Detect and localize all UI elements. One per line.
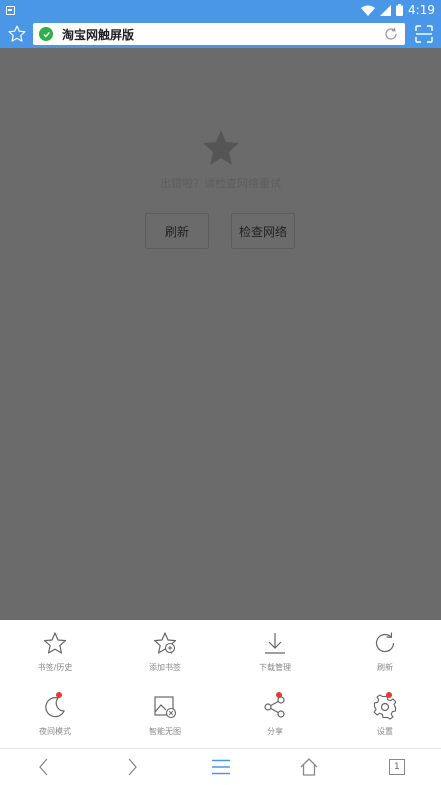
signal-icon [380,4,392,16]
bookmark-star-button[interactable] [6,23,28,45]
menu-item-bookmarks-history[interactable]: 书签/历史 [0,620,110,682]
menu-item-night-mode[interactable]: 夜间模式 [0,684,110,746]
moon-icon [45,697,65,718]
page-content: 出错啦？请检查网络重试 刷新 检查网络 [0,48,441,620]
gear-icon [373,694,397,720]
home-icon [300,758,318,776]
menu-button[interactable] [176,749,264,785]
tab-count: 1 [388,759,405,775]
bottom-navigation: 1 [0,748,441,785]
menu-item-label: 书签/历史 [37,663,73,672]
secure-shield-icon [39,27,53,41]
share-icon [264,696,285,718]
status-time: 4:19 [408,3,435,17]
star-outline-icon [8,25,26,42]
back-button[interactable] [0,749,88,785]
menu-item-label: 分享 [267,727,283,736]
refresh-icon [375,632,395,653]
error-message: 出错啦？请检查网络重试 [160,177,281,190]
menu-item-label: 夜间模式 [39,727,71,736]
address-bar[interactable]: 淘宝网触屏版 [33,23,405,45]
menu-item-downloads[interactable]: 下载管理 [220,620,330,682]
share-badge [276,692,282,698]
bottom-menu: 书签/历史 添加书签 下载管理 刷新 夜间模式 智能无图 分享 设置 [0,620,441,748]
browser-toolbar: 淘宝网触屏版 [0,20,441,48]
menu-item-share[interactable]: 分享 [220,684,330,746]
home-button[interactable] [265,749,353,785]
image-off-icon [154,696,177,719]
error-star-icon [203,130,239,165]
tabs-button[interactable]: 1 [353,749,441,785]
star-icon [43,632,67,654]
battery-icon [396,4,404,16]
settings-badge [386,692,392,698]
status-bar: 4:19 [0,0,441,20]
menu-item-label: 下载管理 [259,663,291,672]
refresh-button[interactable]: 刷新 [145,213,209,249]
page-title: 淘宝网触屏版 [62,27,135,42]
menu-item-refresh[interactable]: 刷新 [330,620,440,682]
scan-button[interactable] [413,23,435,45]
forward-button[interactable] [88,749,176,785]
chevron-right-icon [128,758,138,776]
chevron-left-icon [39,758,48,776]
menu-icon [211,759,230,775]
menu-item-label: 刷新 [377,663,393,672]
menu-item-label: 添加书签 [149,663,181,672]
check-network-button[interactable]: 检查网络 [231,213,295,249]
star-add-icon [153,632,177,654]
menu-item-label: 设置 [377,727,393,736]
reload-icon[interactable] [383,26,399,42]
scan-icon [415,25,433,43]
night-mode-badge [56,692,62,698]
menu-item-label: 智能无图 [149,727,181,736]
menu-item-no-images[interactable]: 智能无图 [110,684,220,746]
download-icon [265,633,285,654]
wifi-icon [361,5,376,16]
notification-icon [6,5,15,15]
menu-item-settings[interactable]: 设置 [330,684,440,746]
menu-item-add-bookmark[interactable]: 添加书签 [110,620,220,682]
